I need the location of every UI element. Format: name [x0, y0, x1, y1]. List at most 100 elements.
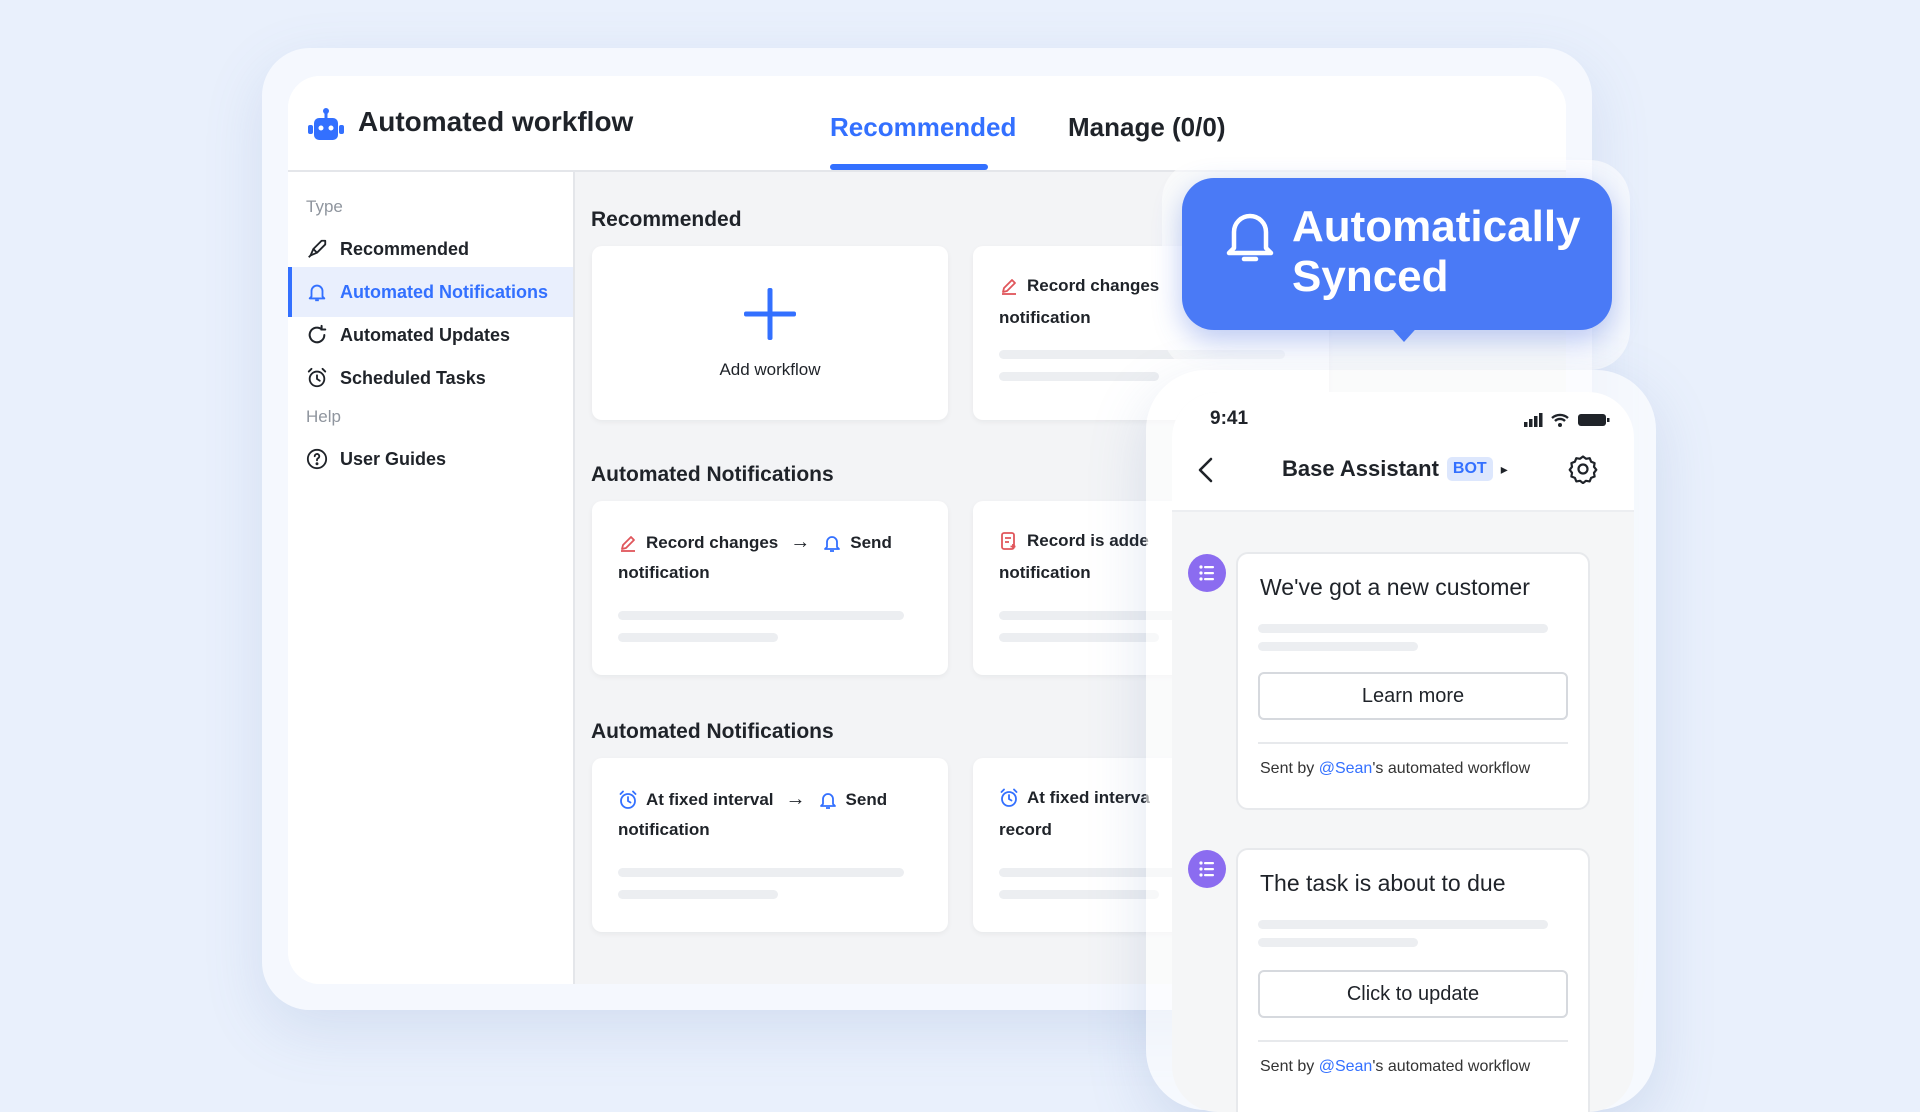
placeholder-bar — [618, 611, 904, 620]
status-time: 9:41 — [1210, 408, 1249, 429]
sent-by-suffix: 's automated workflow — [1372, 1058, 1531, 1075]
sidebar-item-scheduled-tasks[interactable]: Scheduled Tasks — [288, 353, 573, 403]
workflow-card-fixed-interval-send[interactable]: At fixed interval → Send notification — [592, 758, 948, 932]
card-action-text: Send — [845, 789, 888, 809]
alarm-clock-icon — [307, 367, 327, 388]
click-to-update-button[interactable]: Click to update — [1258, 970, 1568, 1018]
bell-icon — [1226, 213, 1274, 262]
bell-icon — [819, 792, 836, 809]
rocket-icon — [308, 239, 327, 258]
card-line2-text: record — [999, 820, 1052, 839]
pencil-icon — [1002, 279, 1016, 295]
alarm-clock-icon — [619, 790, 637, 809]
sidebar-item-label: User Guides — [340, 448, 447, 469]
placeholder-bar — [618, 890, 778, 899]
bell-icon — [824, 535, 841, 552]
help-circle-icon — [306, 448, 328, 470]
card-trigger-text: Record changes — [646, 532, 779, 552]
placeholder-bar — [1258, 920, 1548, 929]
chat-title-text: Base Assistant — [1282, 456, 1439, 481]
mention-link[interactable]: @Sean — [1319, 760, 1373, 777]
sidebar-item-label: Scheduled Tasks — [340, 367, 486, 388]
tab-active-indicator — [830, 164, 988, 170]
message-footer: Sent by @Sean's automated workflow — [1260, 1058, 1530, 1076]
section-title-automated-notifications-2: Automated Notifications — [591, 720, 834, 743]
sidebar-item-label: Recommended — [340, 238, 470, 259]
plus-icon — [744, 288, 796, 340]
message-title: The task is about to due — [1260, 870, 1506, 896]
card-line: Record is adde — [999, 531, 1149, 551]
placeholder-bar — [1258, 624, 1548, 633]
card-line: At fixed interva — [999, 788, 1150, 808]
bot-badge: BOT — [1446, 457, 1493, 481]
tab-recommended[interactable]: Recommended — [830, 112, 1016, 143]
phone-screen: 9:41 Base Assistant BOT ▸ We've got a ne… — [1172, 392, 1634, 1112]
sidebar: Type Recommended Automated Notifications… — [288, 172, 575, 984]
workflow-card-record-changes-send[interactable]: Record changes → Send notification — [592, 501, 948, 675]
record-add-icon — [1001, 532, 1016, 550]
pencil-icon — [621, 535, 635, 552]
card-line2-text: notification — [999, 563, 1091, 582]
tab-manage[interactable]: Manage (0/0) — [1068, 112, 1226, 143]
arrow-right-icon: → — [785, 788, 806, 810]
sent-by-suffix: 's automated workflow — [1372, 760, 1531, 777]
sidebar-item-label: Automated Updates — [340, 324, 511, 345]
placeholder-bar — [1258, 938, 1418, 947]
section-title-automated-notifications: Automated Notifications — [591, 463, 834, 486]
sent-by-text: Sent by — [1260, 1058, 1315, 1075]
mention-link[interactable]: @Sean — [1319, 1058, 1373, 1075]
sent-by-text: Sent by — [1260, 760, 1315, 777]
gear-icon[interactable] — [1568, 454, 1598, 484]
synced-line-2: Synced — [1292, 252, 1449, 301]
card-line2-text: notification — [618, 820, 710, 839]
sidebar-item-label: Automated Notifications — [340, 281, 549, 302]
back-chevron-icon[interactable] — [1194, 456, 1218, 484]
status-bar-icons — [1524, 413, 1610, 427]
message-card-new-customer: We've got a new customer Learn more Sent… — [1236, 552, 1590, 810]
sidebar-group-help: Help — [306, 407, 341, 426]
arrow-right-icon: → — [790, 531, 811, 553]
app-header: Automated workflow Recommended Manage (0… — [288, 76, 1566, 172]
card-line: Record changes — [999, 276, 1159, 296]
bot-avatar — [1188, 554, 1226, 592]
card-line2-text: notification — [999, 308, 1091, 327]
list-icon — [1199, 861, 1214, 877]
synced-callout-text: Automatically Synced — [1292, 202, 1581, 302]
alarm-clock-icon — [1000, 788, 1018, 807]
divider — [1258, 742, 1568, 744]
app-title: Automated workflow — [358, 106, 634, 137]
message-title: We've got a new customer — [1260, 574, 1530, 600]
learn-more-button[interactable]: Learn more — [1258, 672, 1568, 720]
add-workflow-label: Add workflow — [719, 360, 821, 379]
bot-avatar — [1188, 850, 1226, 888]
sidebar-group-type: Type — [306, 197, 343, 216]
placeholder-bar — [618, 868, 904, 877]
message-footer: Sent by @Sean's automated workflow — [1260, 760, 1530, 778]
card-line2-text: notification — [618, 563, 710, 582]
card-line: At fixed interval → Send — [618, 788, 887, 811]
card-trigger-text: At fixed interval — [646, 789, 774, 809]
bell-icon — [308, 284, 326, 302]
list-icon — [1199, 565, 1214, 581]
placeholder-bar — [999, 633, 1159, 642]
add-workflow-card[interactable]: Add workflow — [592, 246, 948, 420]
card-trigger-text: Record is adde — [1027, 531, 1149, 550]
robot-icon — [308, 108, 344, 140]
caret-right-icon: ▸ — [1500, 460, 1508, 477]
placeholder-bar — [618, 633, 778, 642]
phone-header: 9:41 Base Assistant BOT ▸ — [1172, 392, 1634, 512]
placeholder-bar — [999, 890, 1159, 899]
message-card-task-due: The task is about to due Click to update… — [1236, 848, 1590, 1112]
card-action-text: Send — [850, 532, 892, 552]
synced-line-1: Automatically — [1292, 202, 1581, 251]
section-title-recommended: Recommended — [591, 208, 742, 231]
callout-tail — [1386, 322, 1422, 342]
card-trigger-text: Record changes — [1027, 276, 1160, 295]
refresh-icon — [308, 324, 327, 344]
chat-title[interactable]: Base Assistant BOT ▸ — [1282, 456, 1508, 482]
placeholder-bar — [999, 372, 1159, 381]
placeholder-bar — [1258, 642, 1418, 651]
divider — [1258, 1040, 1568, 1042]
card-trigger-text: At fixed interva — [1027, 788, 1150, 807]
sidebar-item-user-guides[interactable]: User Guides — [288, 434, 573, 484]
